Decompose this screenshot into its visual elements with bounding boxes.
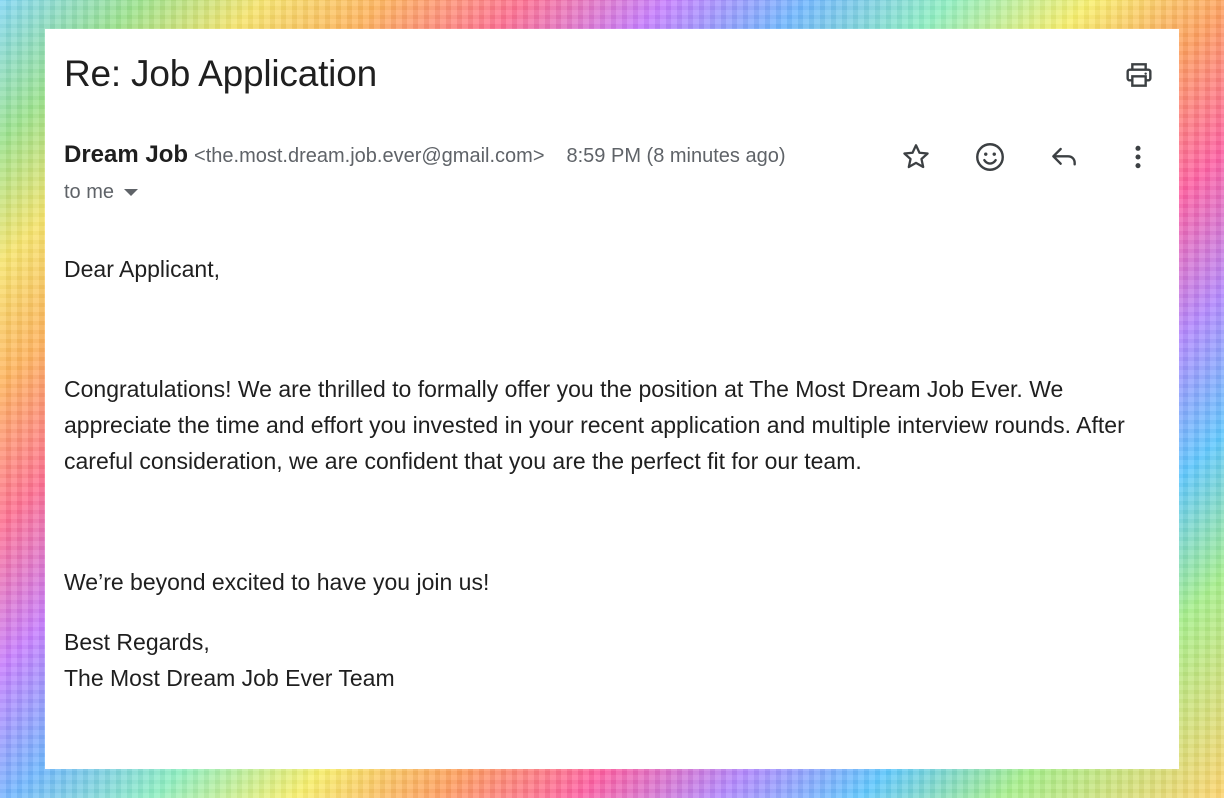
caret-down-icon — [124, 189, 139, 196]
email-subject: Re: Job Application — [64, 53, 377, 94]
recipient-details-toggle[interactable]: to me — [64, 181, 139, 204]
more-options-button[interactable] — [1120, 139, 1156, 175]
emoji-reaction-icon — [976, 143, 1004, 171]
recipient-label: to me — [64, 181, 115, 203]
email-signoff: Best Regards, — [64, 629, 210, 655]
sender-name[interactable]: Dream Job — [64, 141, 188, 169]
reply-button[interactable] — [1046, 139, 1082, 175]
star-icon — [903, 144, 929, 169]
reply-icon — [1052, 147, 1076, 166]
star-button[interactable] — [898, 139, 934, 175]
email-greeting: Dear Applicant, — [64, 256, 220, 282]
emoji-reaction-button[interactable] — [972, 139, 1008, 175]
print-button[interactable] — [1123, 59, 1155, 91]
email-signature: The Most Dream Job Ever Team — [64, 665, 395, 691]
sender-row: Dream Job <the.most.dream.job.ever@gmail… — [64, 141, 786, 171]
email-closing-line: We’re beyond excited to have you join us… — [64, 569, 490, 595]
sent-time: 8:59 PM (8 minutes ago) — [566, 145, 786, 167]
sender-email: <the.most.dream.job.ever@gmail.com> — [194, 145, 545, 167]
more-vert-icon — [1135, 145, 1141, 169]
printer-icon — [1126, 63, 1152, 87]
email-body-paragraph: Congratulations! We are thrilled to form… — [64, 376, 1125, 474]
email-card: Re: Job Application Dream Job <the.most.… — [45, 29, 1179, 769]
